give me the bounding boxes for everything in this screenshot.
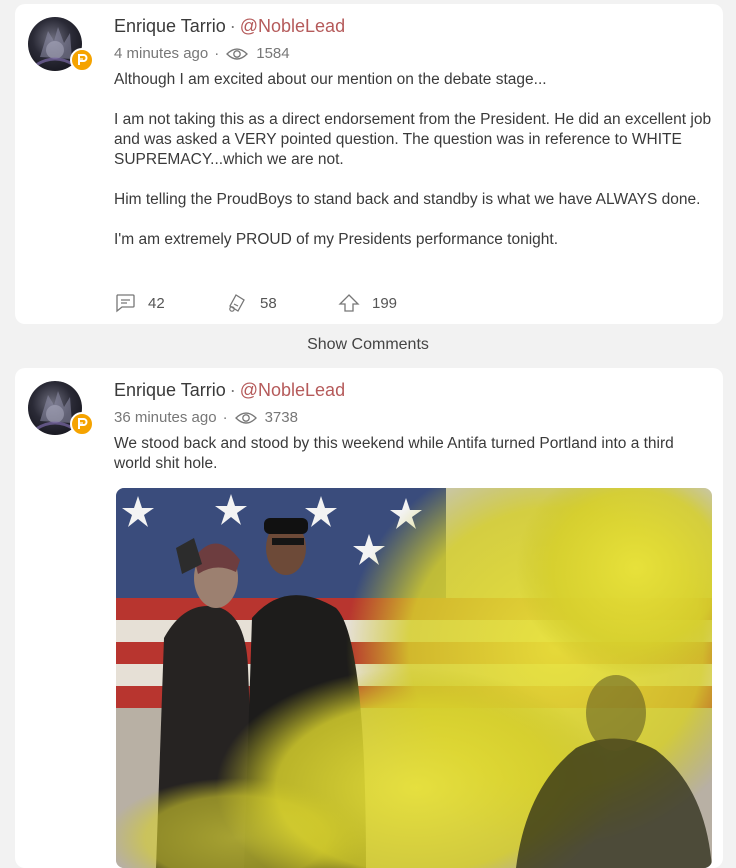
parler-badge-icon [70, 48, 94, 72]
view-count: 1584 [256, 45, 290, 62]
meta-separator: · [222, 409, 228, 426]
post-card: Enrique Tarrio · @NobleLead 36 minutes ago… [15, 368, 723, 868]
post-photo[interactable] [116, 488, 712, 868]
header-separator: · [229, 16, 236, 36]
show-comments-link[interactable]: Show Comments [0, 336, 736, 354]
upvote-icon [338, 294, 360, 312]
post-time: 4 minutes ago [114, 45, 209, 62]
comment-icon [116, 294, 135, 313]
echo-count: 58 [260, 294, 277, 312]
echo-icon [229, 294, 245, 312]
author-handle[interactable]: @NobleLead [240, 16, 345, 36]
author-handle[interactable]: @NobleLead [240, 380, 345, 400]
eye-icon [234, 411, 257, 425]
post-time: 36 minutes ago [114, 409, 217, 426]
parler-badge-icon [70, 412, 94, 436]
comment-button[interactable]: 42 [114, 293, 226, 313]
post-meta: 36 minutes ago · 3738 [114, 408, 298, 428]
post-body: We stood back and stood by this weekend … [114, 434, 714, 494]
header-separator: · [229, 380, 236, 400]
upvote-count: 199 [372, 294, 398, 312]
post-paragraph: Although I am excited about our mention … [114, 71, 547, 88]
comment-count: 42 [148, 294, 165, 312]
post-meta: 4 minutes ago · 1584 [114, 44, 290, 64]
post-card: Enrique Tarrio · @NobleLead 4 minutes ago … [15, 4, 723, 324]
post-paragraph: Him telling the ProudBoys to stand back … [114, 191, 701, 208]
post-body: Although I am excited about our mention … [114, 70, 714, 270]
upvote-button[interactable]: 199 [338, 293, 450, 313]
post-paragraph: I am not taking this as a direct endorse… [114, 111, 712, 168]
view-count: 3738 [264, 409, 298, 426]
eye-icon [226, 47, 249, 61]
author-name[interactable]: Enrique Tarrio [114, 16, 226, 36]
post-header: Enrique Tarrio · @NobleLead [114, 15, 345, 37]
post-paragraph: We stood back and stood by this weekend … [114, 435, 674, 472]
post-actions: 42 58 199 [114, 292, 450, 314]
post-paragraph: I'm am extremely PROUD of my Presidents … [114, 231, 558, 248]
meta-separator: · [214, 45, 220, 62]
post-header: Enrique Tarrio · @NobleLead [114, 379, 345, 401]
echo-button[interactable]: 58 [226, 292, 338, 314]
author-name[interactable]: Enrique Tarrio [114, 380, 226, 400]
